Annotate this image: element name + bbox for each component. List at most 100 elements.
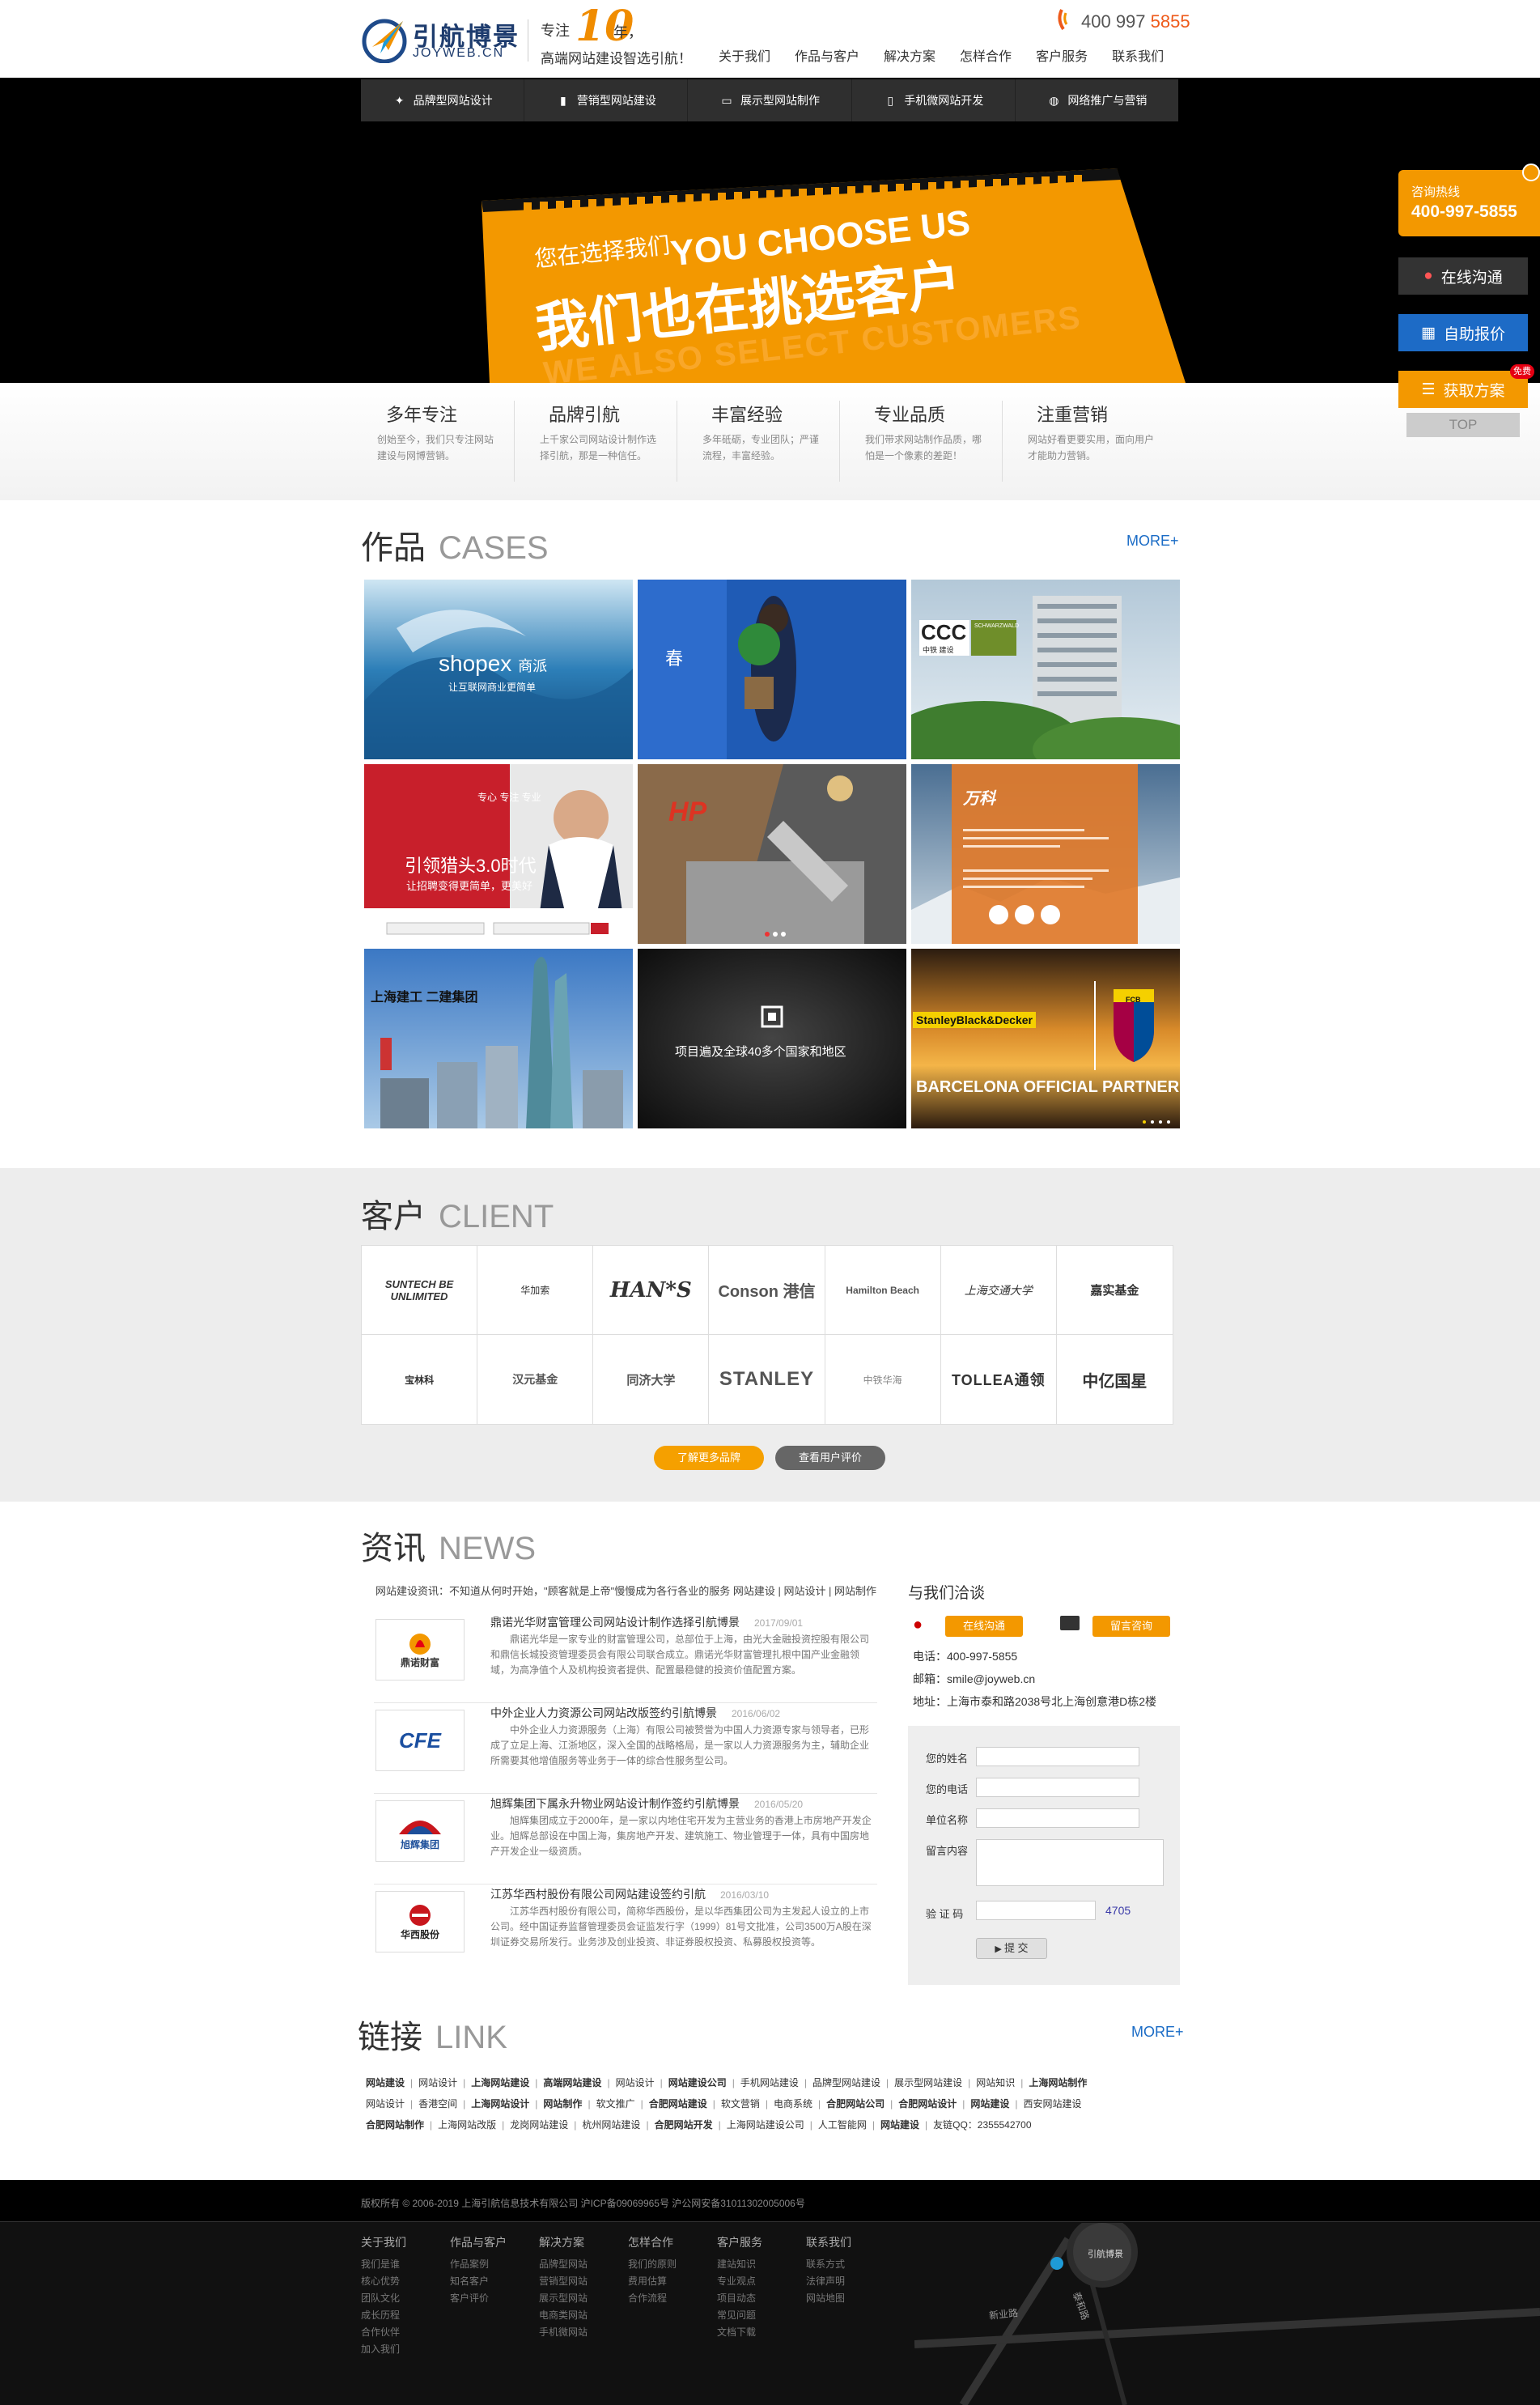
friend-link[interactable]: 品牌型网站建设 bbox=[812, 2077, 880, 2088]
footer-link[interactable]: 客户评价 bbox=[450, 2290, 539, 2307]
footer-column-heading[interactable]: 作品与客户 bbox=[450, 2234, 539, 2251]
friend-link[interactable]: 香港空间 bbox=[418, 2098, 457, 2110]
footer-link[interactable]: 建站知识 bbox=[717, 2256, 806, 2273]
captcha-field[interactable] bbox=[976, 1901, 1096, 1920]
footer-column-heading[interactable]: 解决方案 bbox=[539, 2234, 628, 2251]
friend-link[interactable]: 高端网站建设 bbox=[543, 2077, 601, 2088]
friend-link[interactable]: 软文推广 bbox=[596, 2098, 635, 2110]
client-logo[interactable]: Conson 港信 bbox=[709, 1246, 825, 1335]
footer-link[interactable]: 费用估算 bbox=[628, 2273, 717, 2290]
hotline-box[interactable]: 咨询热线 400-997-5855 bbox=[1398, 164, 1540, 236]
footer-link[interactable]: 作品案例 bbox=[450, 2256, 539, 2273]
friend-link[interactable]: 展示型网站建设 bbox=[894, 2077, 962, 2088]
friend-link[interactable]: 合肥网站开发 bbox=[655, 2119, 713, 2131]
footer-link[interactable]: 合作伙伴 bbox=[361, 2324, 450, 2341]
friend-link[interactable]: 网站建设 bbox=[880, 2119, 919, 2131]
friend-link[interactable]: 人工智能网 bbox=[818, 2119, 867, 2131]
friend-link[interactable]: 合肥网站建设 bbox=[649, 2098, 707, 2110]
case-tile-ccc[interactable]: CCC SCHWARZWALD 中铁 建设 bbox=[911, 580, 1180, 759]
footer-link[interactable]: 电商类网站 bbox=[539, 2307, 628, 2324]
footer-column-heading[interactable]: 联系我们 bbox=[806, 2234, 895, 2251]
footer-link[interactable]: 联系方式 bbox=[806, 2256, 895, 2273]
company-field[interactable] bbox=[976, 1808, 1139, 1828]
friend-link[interactable]: 网站设计 bbox=[418, 2077, 457, 2088]
friend-link[interactable]: 杭州网站建设 bbox=[582, 2119, 640, 2131]
footer-link[interactable]: 团队文化 bbox=[361, 2290, 450, 2307]
nav-contact[interactable]: 联系我们 bbox=[1112, 45, 1164, 65]
friend-link[interactable]: 合肥网站设计 bbox=[898, 2098, 957, 2110]
friend-link[interactable]: 网站设计 bbox=[616, 2077, 655, 2088]
footer-link[interactable]: 项目动态 bbox=[717, 2290, 806, 2307]
footer-link[interactable]: 我们的原则 bbox=[628, 2256, 717, 2273]
case-tile-global[interactable]: 项目遍及全球40多个国家和地区 bbox=[638, 949, 906, 1128]
friend-link[interactable]: 西安网站建设 bbox=[1024, 2098, 1082, 2110]
footer-link[interactable]: 展示型网站 bbox=[539, 2290, 628, 2307]
user-reviews-button[interactable]: 查看用户评价 bbox=[775, 1446, 885, 1470]
client-logo[interactable]: 汉元基金 bbox=[477, 1335, 594, 1424]
case-tile-scg[interactable]: 上海建工 二建集团 bbox=[364, 949, 633, 1128]
footer-link[interactable]: 法律声明 bbox=[806, 2273, 895, 2290]
case-tile-spring[interactable]: 春 bbox=[638, 580, 906, 759]
case-tile-hunter[interactable]: 专心 专注 专业 引领猎头3.0时代 让招聘变得更简单，更美好 bbox=[364, 764, 633, 944]
client-logo[interactable]: 上海交通大学 bbox=[940, 1246, 1057, 1335]
friend-link[interactable]: 上海网站制作 bbox=[1029, 2077, 1087, 2088]
client-logo[interactable]: SUNTECH BE UNLIMITED bbox=[362, 1246, 478, 1335]
leave-message-button[interactable]: 留言咨询 bbox=[1092, 1616, 1171, 1637]
nav-cooperation[interactable]: 怎样合作 bbox=[960, 45, 1012, 65]
captcha-code[interactable]: 4705 bbox=[1105, 1904, 1131, 1917]
footer-link[interactable]: 品牌型网站 bbox=[539, 2256, 628, 2273]
more-brands-button[interactable]: 了解更多品牌 bbox=[654, 1446, 764, 1470]
friend-link[interactable]: 友链QQ：2355542700 bbox=[933, 2119, 1031, 2131]
footer-link[interactable]: 知名客户 bbox=[450, 2273, 539, 2290]
footer-link[interactable]: 核心优势 bbox=[361, 2273, 450, 2290]
footer-link[interactable]: 常见问题 bbox=[717, 2307, 806, 2324]
nav-service[interactable]: 客户服务 bbox=[1036, 45, 1088, 65]
message-field[interactable] bbox=[976, 1839, 1164, 1886]
friend-link[interactable]: 网站建设 bbox=[366, 2077, 405, 2088]
footer-link[interactable]: 营销型网站 bbox=[539, 2273, 628, 2290]
footer-column-heading[interactable]: 怎样合作 bbox=[628, 2234, 717, 2251]
client-logo[interactable]: 嘉实基金 bbox=[1056, 1246, 1173, 1335]
friend-link[interactable]: 上海网站建设公司 bbox=[727, 2119, 804, 2131]
close-icon[interactable] bbox=[1522, 164, 1540, 181]
news-item[interactable]: 鼎诺财富 鼎诺光华财富管理公司网站设计制作选择引航博景 2017/09/01 鼎诺… bbox=[374, 1613, 877, 1703]
subnav-promotion[interactable]: ◍ 网络推广与营销 bbox=[1016, 79, 1178, 121]
client-logo[interactable]: 宝林科 bbox=[362, 1335, 478, 1424]
subnav-showcase[interactable]: ▭ 展示型网站制作 bbox=[688, 79, 852, 121]
news-marquee[interactable]: 网站建设资讯：不知道从何时开始，"顾客就是上帝"慢慢成为各行各业的服务 网站建设… bbox=[375, 1583, 876, 1598]
friend-link[interactable]: 合肥网站制作 bbox=[366, 2119, 424, 2131]
friend-link[interactable]: 网站建设 bbox=[970, 2098, 1009, 2110]
float-quote[interactable]: ▦ 自助报价 bbox=[1398, 314, 1528, 351]
news-item[interactable]: 旭辉集团 旭辉集团下属永升物业网站设计制作签约引航博景 2016/05/20 旭辉… bbox=[374, 1794, 877, 1884]
case-tile-barcelona[interactable]: StanleyBlack&Decker FCB BARCELONA OFFICI… bbox=[911, 949, 1180, 1128]
client-logo[interactable]: 中铁华海 bbox=[825, 1335, 941, 1424]
online-chat-button[interactable]: 在线沟通 bbox=[945, 1616, 1024, 1637]
case-tile-vanke[interactable]: 万科 bbox=[911, 764, 1180, 944]
nav-about[interactable]: 关于我们 bbox=[719, 45, 770, 65]
cases-more-link[interactable]: MORE+ bbox=[1126, 533, 1179, 550]
client-logo[interactable]: 华加索 bbox=[477, 1246, 594, 1335]
footer-link[interactable]: 网站地图 bbox=[806, 2290, 895, 2307]
subnav-brand[interactable]: ✦ 品牌型网站设计 bbox=[361, 79, 525, 121]
nav-solutions[interactable]: 解决方案 bbox=[884, 45, 935, 65]
footer-column-heading[interactable]: 客户服务 bbox=[717, 2234, 806, 2251]
client-logo[interactable]: STANLEY bbox=[709, 1335, 825, 1424]
logo-icon[interactable] bbox=[361, 16, 408, 63]
client-logo[interactable]: 同济大学 bbox=[593, 1335, 710, 1424]
footer-link[interactable]: 合作流程 bbox=[628, 2290, 717, 2307]
name-field[interactable] bbox=[976, 1747, 1139, 1766]
friend-link[interactable]: 上海网站设计 bbox=[471, 2098, 529, 2110]
links-more-link[interactable]: MORE+ bbox=[1131, 2024, 1184, 2041]
footer-link[interactable]: 文档下载 bbox=[717, 2324, 806, 2341]
client-logo[interactable]: HAN*S bbox=[593, 1246, 710, 1335]
back-to-top-button[interactable]: TOP bbox=[1406, 413, 1520, 437]
client-logo[interactable]: TOLLEA通领 bbox=[941, 1335, 1057, 1424]
friend-link[interactable]: 网站设计 bbox=[366, 2098, 405, 2110]
friend-link[interactable]: 软文营销 bbox=[721, 2098, 760, 2110]
footer-link[interactable]: 加入我们 bbox=[361, 2341, 450, 2358]
subnav-mobile[interactable]: ▯ 手机微网站开发 bbox=[852, 79, 1016, 121]
footer-link[interactable]: 成长历程 bbox=[361, 2307, 450, 2324]
friend-link[interactable]: 网站制作 bbox=[543, 2098, 582, 2110]
client-logo[interactable]: Hamilton Beach bbox=[825, 1246, 941, 1335]
case-tile-hp[interactable]: HP bbox=[638, 764, 906, 944]
